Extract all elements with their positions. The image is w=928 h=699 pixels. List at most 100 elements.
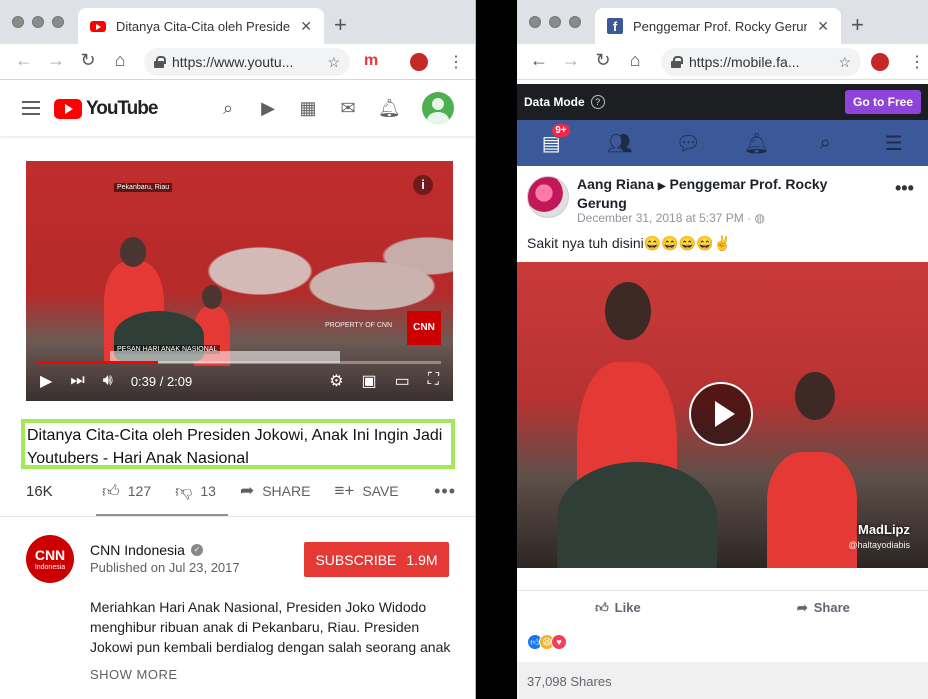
tab-strip: f Penggemar Prof. Rocky Gerung ✕ +: [517, 0, 928, 44]
dislike-button[interactable]: 👎︎ 13: [175, 481, 216, 502]
window-controls: [529, 16, 581, 28]
home-icon[interactable]: ⌂: [623, 50, 647, 71]
menu-icon[interactable]: ☰: [880, 131, 908, 156]
notifications-bell-icon[interactable]: 🔔︎: [743, 131, 771, 156]
youtube-logo[interactable]: YouTube: [54, 98, 158, 120]
browser-tab[interactable]: f Penggemar Prof. Rocky Gerung ✕: [595, 8, 841, 44]
share-arrow-icon: ➦: [239, 481, 255, 500]
post-author-name[interactable]: Aang Riana: [577, 176, 654, 192]
like-count: 127: [127, 483, 152, 499]
love-reaction-icon: ♥: [551, 634, 567, 650]
help-icon[interactable]: ?: [590, 95, 605, 109]
news-feed-icon[interactable]: ▤ 9+: [537, 122, 571, 156]
browser-menu-icon[interactable]: ⋮: [909, 52, 925, 72]
add-to-playlist-icon: ≡+: [334, 481, 355, 500]
data-mode-label: Data Mode: [524, 95, 585, 109]
bookmark-star-icon[interactable]: ☆: [327, 54, 340, 71]
youtube-wordmark: YouTube: [86, 98, 158, 119]
save-button[interactable]: ≡+ SAVE: [334, 481, 398, 501]
post-author-avatar[interactable]: [527, 176, 569, 218]
upload-video-icon[interactable]: ▶: [258, 98, 278, 118]
theater-mode-icon[interactable]: ▭: [395, 371, 410, 391]
profile-avatar-icon[interactable]: [871, 53, 889, 71]
miniplayer-icon[interactable]: ▣: [362, 371, 377, 391]
lock-icon: [671, 56, 683, 68]
like-button[interactable]: 👍︎ Like: [595, 600, 641, 616]
close-tab-icon[interactable]: ✕: [300, 18, 312, 35]
info-icon[interactable]: i: [413, 175, 433, 195]
zoom-window-button[interactable]: [52, 16, 64, 28]
reaction-icons[interactable]: 👍︎ 😆︎ ♥: [527, 634, 567, 650]
address-bar[interactable]: https://mobile.fa... ☆: [661, 48, 861, 76]
go-to-free-button[interactable]: Go to Free: [844, 90, 921, 114]
video-player[interactable]: Pekanbaru, Riau PESAN HARI ANAK NASIONAL…: [26, 161, 453, 401]
post-video[interactable]: MadLipz @haltayodiabis: [517, 262, 928, 568]
lock-icon: [154, 56, 166, 68]
madlipz-watermark: MadLipz: [858, 522, 910, 537]
fullscreen-icon[interactable]: ⛶: [428, 371, 439, 391]
search-icon[interactable]: ⌕: [218, 98, 238, 118]
messages-icon[interactable]: ✉: [338, 98, 358, 118]
tab-title: Ditanya Cita-Cita oleh Presiden: [116, 18, 291, 34]
profile-avatar-icon[interactable]: [410, 53, 428, 71]
address-bar[interactable]: https://www.youtu... ☆: [144, 48, 350, 76]
volume-icon[interactable]: 🔊︎: [103, 372, 113, 390]
post-text: Sakit nya tuh disini😄😄😄😄✌: [527, 235, 731, 251]
account-avatar[interactable]: [422, 92, 454, 124]
browser-menu-icon[interactable]: ⋮: [448, 52, 464, 72]
friends-icon[interactable]: 👥︎: [606, 131, 634, 156]
share-button[interactable]: ➦ Share: [797, 600, 850, 616]
verified-check-icon: ✓: [190, 544, 203, 556]
reload-icon[interactable]: ↻: [76, 50, 100, 71]
post-date: December 31, 2018 at 5:37 PM: [577, 211, 744, 225]
back-icon[interactable]: ←: [527, 50, 551, 71]
close-tab-icon[interactable]: ✕: [817, 18, 829, 35]
post-author-line[interactable]: Aang Riana ▶ Penggemar Prof. Rocky Gerun…: [577, 176, 877, 212]
facebook-favicon-icon: f: [607, 18, 623, 34]
notifications-bell-icon[interactable]: 🔔︎: [378, 98, 401, 118]
settings-gear-icon[interactable]: ⚙: [329, 371, 343, 391]
like-label: Like: [614, 600, 641, 615]
new-tab-icon[interactable]: +: [851, 14, 864, 36]
forward-icon[interactable]: →: [44, 50, 68, 71]
dislike-count: 13: [200, 483, 216, 499]
minimize-window-button[interactable]: [32, 16, 44, 28]
apps-grid-icon[interactable]: ▦: [298, 98, 318, 118]
video-figure-child-head: [795, 372, 835, 420]
play-icon[interactable]: [689, 382, 753, 446]
share-arrow-icon: ➦: [796, 599, 808, 615]
youtube-play-logo-icon: [54, 99, 82, 119]
minimize-window-button[interactable]: [549, 16, 561, 28]
channel-name-row[interactable]: CNN Indonesia ✓: [90, 542, 203, 558]
back-icon[interactable]: ←: [12, 50, 36, 71]
post-date-row[interactable]: December 31, 2018 at 5:37 PM · ◍: [577, 211, 765, 225]
bookmark-star-icon[interactable]: ☆: [838, 54, 851, 71]
messenger-icon[interactable]: 💬︎: [674, 131, 702, 156]
menu-icon[interactable]: [22, 101, 40, 115]
publish-date: Published on Jul 23, 2017: [90, 560, 240, 575]
browser-tab[interactable]: Ditanya Cita-Cita oleh Presiden ✕: [78, 8, 324, 44]
home-icon[interactable]: ⌂: [108, 50, 132, 71]
forward-icon[interactable]: →: [559, 50, 583, 71]
share-button[interactable]: ➦ SHARE: [240, 481, 310, 501]
play-icon[interactable]: ▶: [40, 371, 52, 391]
video-description: Meriahkan Hari Anak Nasional, Presiden J…: [90, 599, 451, 655]
tab-strip: Ditanya Cita-Cita oleh Presiden ✕ +: [0, 0, 475, 44]
skip-next-icon[interactable]: ⏭: [70, 372, 84, 390]
post-options-icon[interactable]: •••: [895, 178, 914, 199]
subscribe-button[interactable]: SUBSCRIBE 1.9M: [304, 542, 449, 577]
extension-m-icon[interactable]: m: [364, 52, 378, 70]
youtube-favicon-icon: [90, 20, 106, 32]
channel-avatar[interactable]: CNN Indonesia: [26, 535, 74, 583]
show-more-link[interactable]: SHOW MORE: [90, 667, 178, 682]
search-icon[interactable]: ⌕: [811, 132, 839, 155]
more-actions-icon[interactable]: •••: [434, 481, 456, 502]
channel-name: CNN Indonesia: [90, 542, 185, 558]
reload-icon[interactable]: ↻: [591, 50, 615, 71]
close-window-button[interactable]: [12, 16, 24, 28]
new-tab-icon[interactable]: +: [334, 14, 347, 36]
close-window-button[interactable]: [529, 16, 541, 28]
zoom-window-button[interactable]: [569, 16, 581, 28]
share-count[interactable]: 37,098 Shares: [517, 662, 928, 699]
like-button[interactable]: 👍︎ 127: [102, 481, 151, 502]
